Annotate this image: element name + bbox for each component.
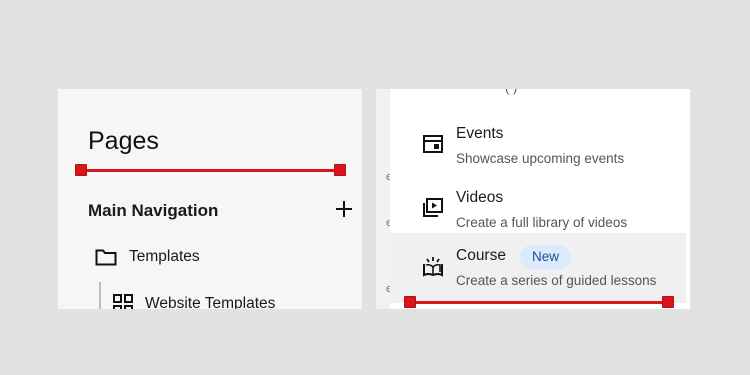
calendar-icon <box>423 135 443 153</box>
measure-handle-right <box>662 296 674 308</box>
nav-item-website-templates[interactable]: Website Templates <box>113 294 275 309</box>
page-title: Pages <box>88 127 159 155</box>
new-badge: New <box>520 245 572 269</box>
menu-item-videos[interactable]: Videos Create a full library of videos <box>390 175 686 239</box>
nav-item-label: Website Templates <box>145 295 276 309</box>
menu-item-description: Create a full library of videos <box>456 215 628 230</box>
background-page-edge: e e e <box>376 89 392 309</box>
section-heading-main-navigation: Main Navigation <box>88 201 219 220</box>
menu-item-title: Events <box>456 125 504 142</box>
open-book-icon <box>423 257 443 277</box>
width-measure-line <box>75 164 346 176</box>
menu-item-title: Course <box>456 247 506 264</box>
menu-item-events[interactable]: Events Showcase upcoming events <box>390 111 686 175</box>
tree-connector <box>99 282 101 309</box>
measure-handle-left <box>404 296 416 308</box>
measure-handle-right <box>334 164 346 176</box>
width-measure-line <box>404 296 674 308</box>
add-page-button[interactable] <box>334 199 354 219</box>
add-page-menu: ( ) Events Showcase upcoming events Vide… <box>390 89 690 309</box>
grid-icon <box>113 294 133 309</box>
nav-item-label: Templates <box>129 248 200 265</box>
menu-item-description: Create a series of guided lessons <box>456 273 657 288</box>
menu-item-title: Videos <box>456 189 504 206</box>
measure-handle-left <box>75 164 87 176</box>
folder-icon <box>95 249 117 266</box>
pages-panel: Pages Main Navigation Templates Website … <box>58 89 362 309</box>
menu-item-description: Showcase upcoming events <box>456 151 625 166</box>
nav-item-templates[interactable]: Templates <box>95 248 200 266</box>
video-library-icon <box>423 198 443 217</box>
truncated-text: ( ) <box>505 89 517 95</box>
menu-item-course[interactable]: Course New Create a series of guided les… <box>390 233 686 303</box>
